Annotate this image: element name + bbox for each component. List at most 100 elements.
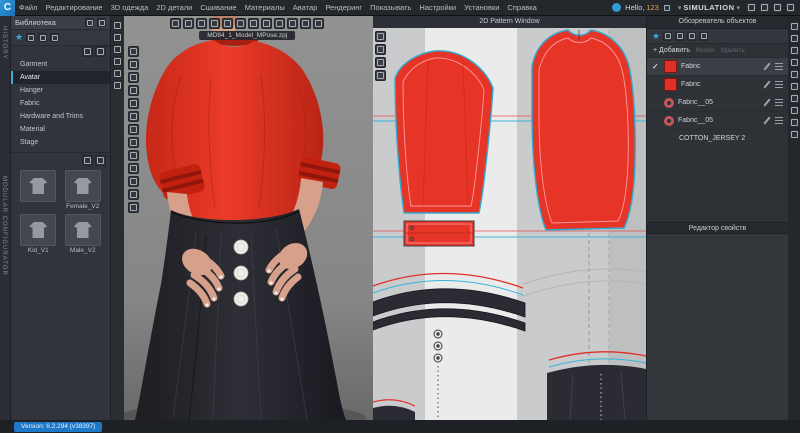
toolbar-icon[interactable] — [128, 98, 139, 109]
menu-display[interactable]: Показывать — [366, 0, 415, 16]
avatar-thumbnail[interactable] — [17, 170, 60, 210]
copy-button[interactable]: Копия — [696, 47, 714, 54]
menu-2d-pattern[interactable]: 2D детали — [152, 0, 196, 16]
edit-icon[interactable] — [763, 62, 771, 71]
library-item-garment[interactable]: Garment — [11, 58, 110, 71]
browser-tab-icon[interactable] — [699, 31, 709, 41]
menu-icon[interactable] — [775, 99, 783, 106]
toolbar-icon[interactable] — [112, 68, 123, 78]
fabric-list-item[interactable]: Fabric__05 — [647, 94, 788, 112]
toolbar-icon[interactable] — [170, 18, 182, 29]
cloud-sync-icon[interactable] — [612, 3, 622, 12]
menu-icon[interactable] — [775, 81, 783, 88]
toolbar-icon[interactable] — [112, 80, 123, 90]
library-menu-icon[interactable] — [85, 18, 94, 27]
toolbar-icon[interactable] — [82, 46, 93, 57]
toolbar-icon[interactable] — [785, 2, 796, 13]
menu-preferences[interactable]: Настройки — [415, 0, 460, 16]
open-file-tab[interactable]: MD84_1_Model_MPose.zpj — [199, 31, 296, 40]
toolbar-icon[interactable] — [789, 45, 799, 55]
toolbar-icon[interactable] — [128, 150, 139, 161]
menu-avatar[interactable]: Аватар — [289, 0, 322, 16]
toolbar-icon[interactable] — [789, 105, 799, 115]
toolbar-icon[interactable] — [261, 18, 273, 29]
modular-configurator-tab[interactable]: MODULAR CONFIGURATOR — [1, 176, 7, 276]
edit-icon[interactable] — [763, 98, 771, 107]
toolbar-icon[interactable] — [789, 81, 799, 91]
toolbar-icon[interactable] — [183, 18, 195, 29]
toolbar-icon[interactable] — [313, 18, 325, 29]
app-logo[interactable]: C — [0, 0, 15, 16]
toolbar-icon[interactable] — [128, 59, 139, 70]
toolbar-icon[interactable] — [112, 32, 123, 42]
toolbar-icon[interactable] — [95, 46, 106, 57]
add-fabric-button[interactable]: + Добавить — [653, 47, 690, 54]
browser-tab-icon[interactable] — [663, 31, 673, 41]
edit-icon[interactable] — [763, 116, 771, 125]
avatar-thumbnail[interactable]: Kid_V1 — [17, 214, 60, 254]
toolbar-icon[interactable] — [248, 18, 260, 29]
menu-sewing[interactable]: Сшивание — [196, 0, 240, 16]
library-item-stage[interactable]: Stage — [11, 136, 110, 149]
toolbar-icon[interactable] — [128, 202, 139, 213]
menu-icon[interactable] — [775, 117, 783, 124]
toolbar-icon[interactable] — [128, 124, 139, 135]
toolbar-icon[interactable] — [375, 57, 386, 68]
username-link[interactable]: 123 — [646, 3, 659, 12]
toolbar-icon[interactable] — [375, 70, 386, 81]
toolbar-icon[interactable] — [789, 33, 799, 43]
fabric-swatch[interactable] — [664, 60, 677, 73]
toolbar-icon[interactable] — [789, 57, 799, 67]
fabric-list-item[interactable]: Fabric — [647, 76, 788, 94]
toolbar-icon[interactable] — [772, 2, 783, 13]
library-pin-icon[interactable] — [97, 18, 106, 27]
toolbar-icon[interactable] — [112, 44, 123, 54]
toolbar-icon[interactable] — [300, 18, 312, 29]
toolbar-icon[interactable] — [789, 117, 799, 127]
menu-icon[interactable] — [775, 63, 783, 70]
toolbar-icon[interactable] — [128, 189, 139, 200]
fabric-list-item[interactable]: COTTON_JERSEY 2 — [647, 130, 788, 148]
menu-3d-garment[interactable]: 3D одежда — [107, 0, 153, 16]
toolbar-icon[interactable] — [95, 155, 106, 166]
toolbar-icon[interactable] — [375, 44, 386, 55]
toolbar-icon[interactable] — [196, 18, 208, 29]
library-tab-icon[interactable] — [26, 33, 36, 42]
menu-help[interactable]: Справка — [503, 0, 540, 16]
toolbar-icon[interactable] — [128, 137, 139, 148]
toolbar-icon[interactable] — [128, 111, 139, 122]
toolbar-icon[interactable] — [375, 31, 386, 42]
2d-pattern-canvas[interactable] — [373, 16, 646, 420]
trim-swatch[interactable] — [664, 97, 674, 108]
fabric-list-item[interactable]: Fabric__05 — [647, 112, 788, 130]
library-item-hardware[interactable]: Hardware and Trims — [11, 110, 110, 123]
toolbar-icon[interactable] — [746, 2, 757, 13]
library-item-hanger[interactable]: Hanger — [11, 84, 110, 97]
3d-viewport[interactable]: MD84_1_Model_MPose.zpj — [111, 16, 373, 420]
fabric-swatch[interactable] — [664, 78, 677, 91]
toolbar-icon[interactable] — [222, 18, 234, 29]
toolbar-icon[interactable] — [274, 18, 286, 29]
toolbar-icon[interactable] — [128, 163, 139, 174]
fabric-tab-icon[interactable]: ★ — [652, 31, 660, 41]
toolbar-icon[interactable] — [128, 72, 139, 83]
toolbar-icon[interactable] — [112, 20, 123, 30]
library-item-avatar[interactable]: Avatar — [11, 71, 110, 84]
library-item-material[interactable]: Material — [11, 123, 110, 136]
menu-render[interactable]: Рендеринг — [321, 0, 366, 16]
menu-settings[interactable]: Установки — [460, 0, 503, 16]
toolbar-icon[interactable] — [789, 129, 799, 139]
toolbar-icon[interactable] — [128, 176, 139, 187]
toolbar-icon[interactable] — [209, 18, 221, 29]
menu-file[interactable]: Файл — [15, 0, 41, 16]
3d-avatar-scene[interactable] — [111, 16, 373, 420]
library-tab-icon[interactable] — [38, 33, 48, 42]
gift-icon[interactable] — [662, 3, 672, 12]
toolbar-icon[interactable] — [789, 93, 799, 103]
edit-icon[interactable] — [763, 80, 771, 89]
toolbar-icon[interactable] — [128, 85, 139, 96]
trim-swatch[interactable] — [664, 115, 674, 126]
toolbar-icon[interactable] — [82, 155, 93, 166]
avatar-thumbnail[interactable]: Female_V2 — [62, 170, 105, 210]
toolbar-icon[interactable] — [759, 2, 770, 13]
